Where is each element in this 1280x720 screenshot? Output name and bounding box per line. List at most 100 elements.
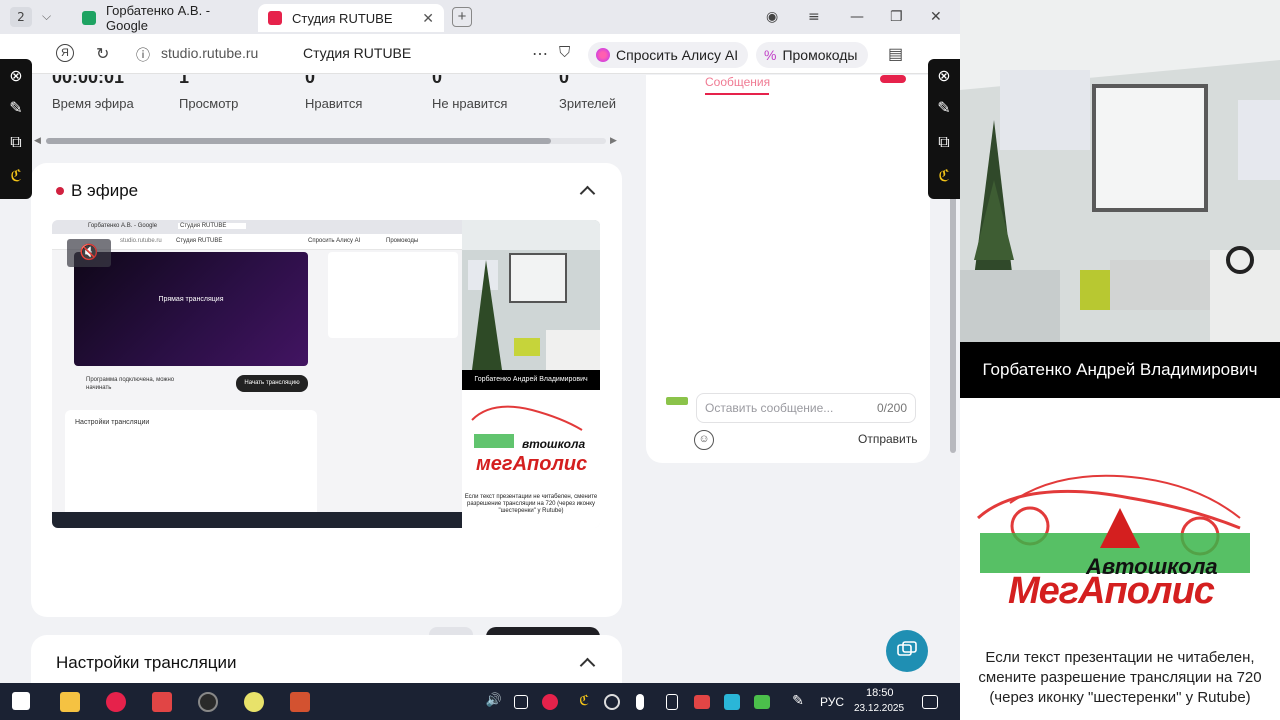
yandex-browser-icon[interactable] bbox=[106, 692, 126, 712]
nvidia-icon[interactable] bbox=[754, 695, 770, 709]
bookmark-icon[interactable]: ⛉ bbox=[559, 44, 570, 61]
svg-text:втошкола: втошкола bbox=[522, 437, 585, 451]
chat-input-placeholder: Оставить сообщение... bbox=[705, 401, 834, 415]
rutube-icon bbox=[268, 11, 282, 25]
chat-tab-underline bbox=[705, 93, 769, 95]
restore-icon[interactable]: ❐ bbox=[890, 9, 903, 25]
address-url[interactable]: studio.rutube.ru bbox=[161, 45, 258, 61]
tab-google[interactable]: Горбатенко А.В. - Google bbox=[72, 3, 258, 33]
device-icon[interactable] bbox=[666, 694, 678, 710]
preview-player: Прямая трансляция bbox=[74, 252, 308, 366]
avatar bbox=[666, 397, 688, 405]
preview-tab-label: Горбатенко А.В. - Google bbox=[88, 223, 158, 229]
chat-message-input[interactable]: Оставить сообщение... 0/200 bbox=[696, 393, 916, 423]
more-icon[interactable]: ⋯ bbox=[532, 44, 548, 64]
reload-icon[interactable]: ↻ bbox=[96, 44, 109, 64]
draw-toolbar-right: ⊗ ✎ ⧉ ℭ bbox=[928, 59, 960, 199]
close-window-icon[interactable]: ✕ bbox=[930, 9, 942, 25]
preview-chat-panel bbox=[328, 252, 458, 338]
highlighter-tray-icon[interactable]: ℭ bbox=[574, 692, 594, 712]
live-card: В эфире Горбатенко А.В. - Google Студия … bbox=[31, 163, 622, 671]
support-chat-button[interactable] bbox=[886, 630, 928, 672]
emoji-icon[interactable]: ☺ bbox=[694, 430, 714, 450]
screen-select-icon[interactable]: ⧉ bbox=[6, 133, 26, 153]
close-circle-icon[interactable]: ⊗ bbox=[6, 67, 26, 87]
pen-icon[interactable]: ✎ bbox=[934, 99, 954, 119]
yandex-tray-icon[interactable] bbox=[542, 694, 558, 710]
scroll-right-icon[interactable]: ▶ bbox=[610, 135, 617, 146]
live-indicator-dot bbox=[56, 187, 64, 195]
preview-address-bar: studio.rutube.ru Студия RUTUBE Спросить … bbox=[52, 234, 462, 250]
pen-tray-icon[interactable]: ✎ bbox=[788, 692, 808, 712]
highlighter-icon[interactable]: ℭ bbox=[6, 167, 26, 187]
clock-time[interactable]: 18:50 bbox=[866, 687, 894, 699]
windows-start-icon[interactable] bbox=[12, 692, 30, 710]
new-tab-button[interactable]: + bbox=[452, 7, 472, 27]
screen-select-icon[interactable]: ⧉ bbox=[934, 133, 954, 153]
microphone-icon[interactable] bbox=[636, 694, 644, 710]
obs-icon[interactable] bbox=[198, 692, 218, 712]
presenter-name: Горбатенко Андрей Владимирович bbox=[960, 342, 1280, 398]
promo-button[interactable]: % Промокоды bbox=[756, 42, 868, 68]
pen-icon[interactable]: ✎ bbox=[6, 99, 26, 119]
send-button[interactable]: Отправить bbox=[858, 432, 918, 446]
chevron-down-icon[interactable]: ⌵ bbox=[42, 9, 51, 24]
preview-cam-name: Горбатенко Андрей Владимирович bbox=[462, 370, 600, 390]
sidebar-icon[interactable]: ▤ bbox=[888, 44, 903, 64]
tab-rutube-studio[interactable]: Студия RUTUBE ✕ bbox=[258, 4, 444, 32]
chat-tab-messages[interactable]: Сообщения bbox=[705, 75, 770, 89]
stat-likes-value: 0 bbox=[305, 75, 316, 87]
mute-icon[interactable]: 🔇 bbox=[67, 239, 111, 267]
chat-toggle[interactable] bbox=[880, 75, 906, 83]
ask-alice-button[interactable]: Спросить Алису AI bbox=[588, 42, 749, 68]
tab-label: Горбатенко А.В. - Google bbox=[106, 3, 211, 33]
anydesk-icon[interactable] bbox=[152, 692, 172, 712]
language-indicator[interactable]: РУС bbox=[820, 695, 844, 709]
profile-icon[interactable]: ◉ bbox=[766, 9, 778, 25]
scroll-left-icon[interactable]: ◀ bbox=[34, 135, 41, 146]
preview-title: Студия RUTUBE bbox=[176, 238, 223, 244]
chevron-up-icon[interactable] bbox=[580, 655, 594, 669]
yandex-icon[interactable]: Я bbox=[56, 44, 74, 62]
tab-count-badge[interactable]: 2 bbox=[10, 7, 32, 27]
app-tray-icon[interactable] bbox=[724, 694, 740, 710]
address-page-title: Студия RUTUBE bbox=[303, 45, 412, 61]
file-explorer-icon[interactable] bbox=[60, 692, 80, 712]
address-bar: Я ↻ ⓘ studio.rutube.ru Студия RUTUBE ⋯ ⛉… bbox=[0, 34, 960, 74]
settings-title: Настройки трансляции bbox=[56, 653, 237, 672]
scroll-thumb[interactable] bbox=[46, 138, 551, 144]
close-circle-icon[interactable]: ⊗ bbox=[934, 67, 954, 87]
powerpoint-icon[interactable] bbox=[290, 692, 310, 712]
windows-taskbar: 🔊 ℭ ✎ РУС 18:50 23.12.2025 bbox=[0, 683, 960, 720]
app-icon[interactable] bbox=[244, 692, 264, 712]
preview-alice: Спросить Алису AI bbox=[308, 238, 361, 244]
live-title: В эфире bbox=[71, 181, 139, 200]
display-icon[interactable] bbox=[514, 695, 528, 709]
close-icon[interactable]: ✕ bbox=[422, 10, 434, 27]
stats-scrollbar[interactable]: ◀ ▶ bbox=[34, 135, 619, 147]
speaker-icon[interactable]: 🔊 bbox=[484, 692, 504, 712]
settings-card[interactable]: Настройки трансляции bbox=[31, 635, 622, 683]
minimize-icon[interactable]: — bbox=[850, 9, 864, 25]
site-info-icon[interactable]: ⓘ bbox=[136, 45, 150, 65]
preview-settings: Настройки трансляции bbox=[65, 410, 317, 520]
logo-bottom-text: МегАполис bbox=[1008, 570, 1215, 612]
preview-logo: втошкола мегАполис bbox=[471, 405, 587, 475]
stat-views-label: Просмотр bbox=[179, 96, 239, 111]
tab-label: Студия RUTUBE bbox=[292, 10, 393, 26]
preview-taskbar bbox=[52, 512, 462, 528]
chat-bubbles-icon bbox=[897, 641, 917, 656]
preview-promo: Промокоды bbox=[386, 238, 419, 244]
highlighter-icon[interactable]: ℭ bbox=[934, 167, 954, 187]
clock-date[interactable]: 23.12.2025 bbox=[854, 703, 904, 714]
notifications-icon[interactable] bbox=[922, 695, 938, 709]
stat-airtime-value: 00:00:01 bbox=[52, 75, 125, 87]
obs-tray-icon[interactable] bbox=[604, 694, 620, 710]
promo-label: Промокоды bbox=[782, 47, 858, 63]
preview-start-button: Начать трансляцию bbox=[236, 375, 308, 392]
anydesk-tray-icon[interactable] bbox=[694, 695, 710, 709]
chevron-up-icon[interactable] bbox=[580, 183, 594, 197]
menu-icon[interactable]: ≡ bbox=[808, 9, 820, 25]
preview-logo-area: втошкола мегАполис Если текст презентаци… bbox=[462, 390, 600, 528]
stream-preview[interactable]: Горбатенко А.В. - Google Студия RUTUBE s… bbox=[52, 220, 600, 528]
